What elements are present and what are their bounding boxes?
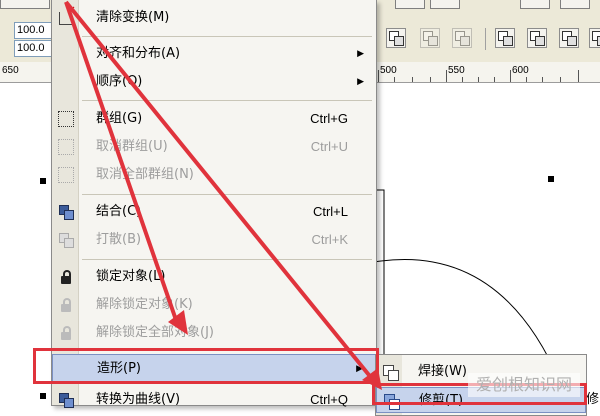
- trim-icon[interactable]: [527, 28, 547, 48]
- menu-item-label: 解除锁定全部对象(J): [96, 325, 214, 340]
- weld-icon: [382, 364, 399, 381]
- selection-handle[interactable]: [40, 178, 46, 184]
- menu-item-align-distribute[interactable]: 对齐和分布(A) ▶: [52, 40, 376, 68]
- menu-separator: [82, 194, 372, 195]
- menu-item-shortcut: Ctrl+G: [310, 111, 348, 126]
- toolbar-button[interactable]: [0, 0, 50, 9]
- weld-icon[interactable]: [495, 28, 515, 48]
- ruler-tick: [578, 70, 579, 82]
- menu-item-unlock-object[interactable]: 解除锁定对象(K): [52, 291, 376, 319]
- menu-separator: [82, 100, 372, 101]
- menu-item-label: 清除变换(M): [96, 10, 170, 25]
- menu-item-label: 取消群组(U): [96, 139, 168, 154]
- group-icon[interactable]: [386, 28, 406, 48]
- submenu-arrow-icon: ▶: [357, 49, 364, 59]
- menu-separator: [82, 259, 372, 260]
- menu-item-shortcut: Ctrl+K: [311, 232, 348, 247]
- menu-item-clear-transform[interactable]: 清除变换(M): [52, 4, 376, 32]
- selection-handle[interactable]: [40, 393, 46, 399]
- ungroup-icon[interactable]: [420, 28, 440, 48]
- menu-item-shortcut: Ctrl+L: [312, 204, 348, 219]
- ruler-label: 500: [380, 65, 397, 76]
- ruler-tick: [446, 70, 447, 82]
- intersect-icon[interactable]: [559, 28, 579, 48]
- selection-handle[interactable]: [548, 176, 554, 182]
- menu-item-label: 打散(B): [96, 232, 142, 247]
- menu-item-label: 顺序(O): [96, 74, 143, 89]
- menu-item-ungroup-all[interactable]: 取消全部群组(N): [52, 161, 376, 189]
- toolbar-button[interactable]: [520, 0, 550, 9]
- clear-transform-icon: [58, 4, 76, 26]
- toolbar-button[interactable]: [430, 0, 460, 9]
- ungroup-all-icon: [58, 167, 74, 183]
- menu-separator: [82, 36, 372, 37]
- menu-item-label: 锁定对象(L): [96, 269, 166, 284]
- menu-item-order[interactable]: 顺序(O) ▶: [52, 68, 376, 96]
- ruler-label: 650: [2, 65, 19, 76]
- ruler-tick: [378, 70, 379, 82]
- ungroup-all-icon[interactable]: [452, 28, 472, 48]
- lock-icon: [58, 269, 74, 285]
- toolbar-separator: [485, 28, 486, 50]
- simplify-icon[interactable]: [589, 28, 600, 48]
- menu-item-label: 结合(C): [96, 204, 142, 219]
- menu-item-ungroup[interactable]: 取消群组(U) Ctrl+U: [52, 133, 376, 161]
- menu-item-shortcut: Ctrl+U: [310, 139, 348, 154]
- toolbar-button[interactable]: [560, 0, 590, 9]
- menu-item-lock-object[interactable]: 锁定对象(L): [52, 263, 376, 291]
- ruler-tick: [510, 70, 511, 82]
- menu-item-group[interactable]: 群组(G) Ctrl+G: [52, 105, 376, 133]
- break-apart-icon: [58, 232, 74, 248]
- submenu-arrow-icon: ▶: [357, 77, 364, 87]
- annotation-highlight-box: [33, 348, 379, 384]
- submenu-item-label: 焊接(W): [418, 364, 467, 379]
- menu-item-label: 解除锁定对象(K): [96, 297, 193, 312]
- watermark: 爱创根知识网: [468, 373, 580, 397]
- convert-curves-icon: [58, 392, 74, 408]
- menu-item-break-apart[interactable]: 打散(B) Ctrl+K: [52, 226, 376, 254]
- ruler-label: 600: [512, 65, 529, 76]
- menu-item-label: 对齐和分布(A): [96, 46, 181, 61]
- edge-menu-label: 修: [586, 392, 600, 407]
- group-icon: [58, 111, 74, 127]
- menu-item-unlock-all[interactable]: 解除锁定全部对象(J): [52, 319, 376, 347]
- combine-icon: [58, 204, 74, 220]
- ungroup-icon: [58, 139, 74, 155]
- toolbar-button[interactable]: [395, 0, 425, 9]
- menu-item-convert-to-curves[interactable]: 转换为曲线(V) Ctrl+Q: [52, 386, 376, 414]
- ruler-label: 550: [448, 65, 465, 76]
- menu-item-label: 转换为曲线(V): [96, 392, 181, 407]
- arrange-menu: 清除变换(M) 对齐和分布(A) ▶ 顺序(O) ▶ 群组(G) Ctrl+G …: [51, 0, 377, 408]
- unlock-all-icon: [58, 325, 74, 341]
- menu-item-shortcut: Ctrl+Q: [310, 392, 348, 407]
- unlock-icon: [58, 297, 74, 313]
- menu-item-label: 取消全部群组(N): [96, 167, 194, 182]
- menu-item-label: 群组(G): [96, 111, 143, 126]
- menu-item-combine[interactable]: 结合(C) Ctrl+L: [52, 198, 376, 226]
